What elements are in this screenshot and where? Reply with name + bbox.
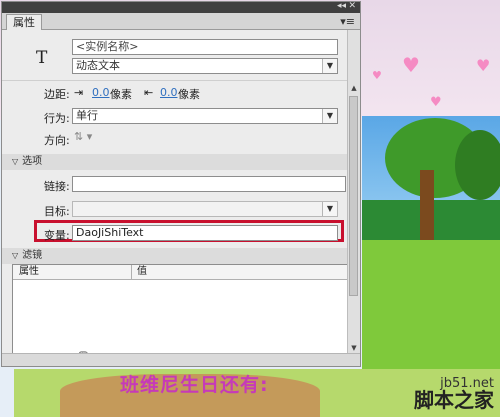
dropdown-arrow-icon: ▼	[322, 109, 337, 123]
behavior-label: 行为:	[44, 112, 70, 125]
text-type-value: 动态文本	[76, 59, 120, 72]
filters-section-header[interactable]: ▽ 滤镜	[2, 248, 350, 264]
margin-label: 边距:	[44, 88, 70, 101]
heart-icon: ♥	[372, 69, 382, 82]
heart-icon: ♥	[476, 56, 491, 75]
link-label: 链接:	[44, 180, 70, 193]
tab-properties[interactable]: 属性	[6, 14, 42, 30]
type-tool-icon: T	[36, 48, 48, 68]
filters-col-property: 属性	[19, 266, 39, 277]
divider	[2, 80, 350, 81]
close-icon[interactable]: ✕	[348, 1, 356, 11]
margin-left-icon: ⇥	[74, 86, 84, 99]
column-divider	[131, 265, 132, 279]
panel-titlebar: ◂◂ ✕	[2, 1, 360, 13]
filters-section-title: 滤镜	[22, 250, 43, 261]
direction-label: 方向:	[44, 134, 70, 147]
variable-label: 变量:	[44, 229, 70, 242]
link-input[interactable]	[72, 176, 346, 192]
collapse-icon[interactable]: ◂◂	[337, 1, 346, 11]
behavior-value: 单行	[76, 109, 98, 122]
target-label: 目标:	[44, 205, 70, 218]
instance-name-input[interactable]: <实例名称>	[72, 39, 338, 55]
birthday-text[interactable]: 班维尼生日还有:	[120, 370, 269, 397]
panel-scrollbar[interactable]: ▲ ▼	[347, 30, 360, 366]
dropdown-arrow-icon: ▼	[322, 59, 337, 73]
filters-table-header: 属性 值	[13, 265, 349, 280]
section-collapse-icon: ▽	[12, 251, 19, 260]
filters-col-value: 值	[137, 266, 147, 277]
options-section-title: 选项	[22, 156, 43, 167]
text-type-select[interactable]: 动态文本 ▼	[72, 58, 338, 74]
margin-right-value[interactable]: 0.0	[160, 86, 178, 99]
target-select[interactable]: ▼	[72, 201, 338, 217]
scroll-up-icon[interactable]: ▲	[348, 82, 360, 94]
watermark: jb51.net 脚本之家	[370, 367, 500, 417]
properties-panel: ◂◂ ✕ 属性 ▾≡ T <实例名称> 动态文本 ▼ 边距: ⇥ 0.0 像素 …	[1, 1, 361, 367]
scene-meadow	[362, 240, 500, 375]
section-collapse-icon: ▽	[12, 157, 19, 166]
panel-content: T <实例名称> 动态文本 ▼ 边距: ⇥ 0.0 像素 ⇤ 0.0 像素 行为…	[2, 30, 350, 354]
margin-right-unit: 像素	[178, 88, 200, 101]
margin-left-unit: 像素	[110, 88, 132, 101]
scene-tree-trunk	[420, 170, 434, 240]
watermark-name: 脚本之家	[414, 388, 494, 412]
panel-menu-icon[interactable]: ▾≡	[340, 15, 355, 28]
panel-tabbar: 属性 ▾≡	[2, 13, 360, 30]
heart-icon: ♥	[402, 53, 420, 77]
heart-icon: ♥	[430, 95, 442, 110]
margin-right-icon: ⇤	[144, 86, 154, 99]
options-section-header[interactable]: ▽ 选项	[2, 154, 350, 170]
filters-table[interactable]: 属性 值	[12, 264, 350, 354]
scroll-thumb[interactable]	[349, 96, 358, 296]
dropdown-arrow-icon: ▼	[322, 202, 337, 216]
direction-icon[interactable]: ⇅ ▾	[74, 130, 92, 143]
behavior-select[interactable]: 单行 ▼	[72, 108, 338, 124]
variable-input[interactable]: DaoJiShiText	[72, 225, 338, 241]
scene-tree	[455, 130, 500, 200]
panel-bottom-bar	[2, 353, 360, 366]
margin-left-value[interactable]: 0.0	[92, 86, 110, 99]
